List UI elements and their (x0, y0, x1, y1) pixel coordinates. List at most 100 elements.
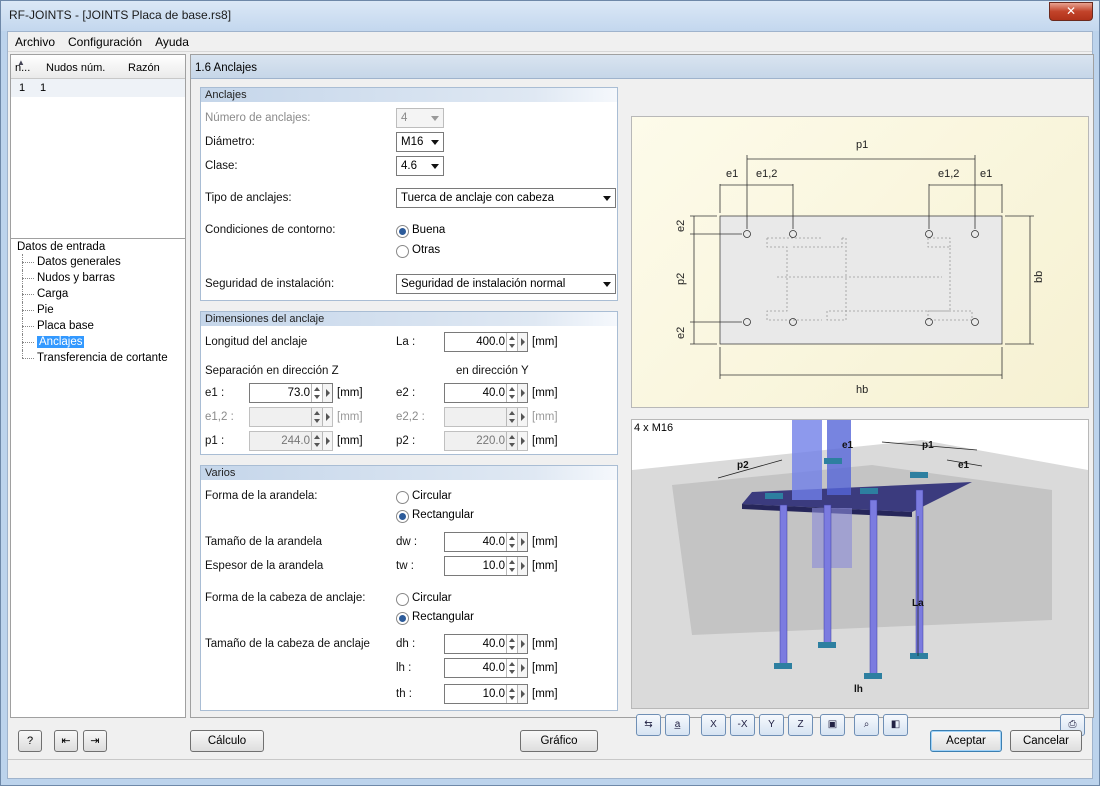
longitud-label: Longitud del anclaje (205, 336, 308, 348)
dw-symbol: dw : (396, 536, 418, 548)
tw-symbol: tw : (396, 560, 414, 572)
dh-symbol: dh : (396, 638, 416, 650)
radio-cabeza-circular[interactable]: Circular (396, 592, 452, 606)
import-icon[interactable]: ⇤ (54, 730, 78, 752)
la-stepper[interactable]: 400.0 (444, 332, 528, 352)
app-window: RF-JOINTS - [JOINTS Placa de base.rs8] ✕… (0, 0, 1100, 786)
la-symbol: La : (396, 336, 416, 348)
unit-label: [mm] (532, 638, 558, 650)
radio-buena[interactable]: Buena (396, 224, 445, 238)
clase-select[interactable]: 4.6 (396, 156, 444, 176)
nav-table-header: ▲ n... Nudos núm. Razón (11, 55, 185, 79)
tree-item-carga[interactable]: Carga (17, 286, 168, 302)
help-icon[interactable]: ? (18, 730, 42, 752)
group-header-anclajes: Anclajes (201, 88, 617, 102)
radio-arandela-circular[interactable]: Circular (396, 490, 452, 504)
th-stepper[interactable]: 10.0 (444, 684, 528, 704)
row-nudos: 1 (40, 82, 47, 94)
e22-stepper[interactable] (444, 407, 528, 427)
diametro-label: Diámetro: (205, 136, 255, 148)
tw-stepper[interactable]: 10.0 (444, 556, 528, 576)
diametro-select[interactable]: M16 (396, 132, 444, 152)
radio-cabeza-rectangular[interactable]: Rectangular (396, 611, 474, 625)
nav-table: ▲ n... Nudos núm. Razón 1 1 (11, 55, 185, 239)
dim-bb-label: bb (1033, 271, 1045, 283)
p1-stepper[interactable]: 244.0 (249, 431, 333, 451)
page-title: 1.6 Anclajes (191, 55, 1093, 79)
e12-stepper[interactable] (249, 407, 333, 427)
tree-item-placa-base[interactable]: Placa base (17, 318, 168, 334)
3d-label-e1b: e1 (958, 460, 970, 471)
tipo-anclajes-select[interactable]: Tuerca de anclaje con cabeza (396, 188, 616, 208)
main-pane: 1.6 Anclajes Anclajes Número de anclajes… (190, 54, 1094, 736)
close-button[interactable]: ✕ (1049, 2, 1093, 21)
schematic-drawing: p1 e1 e1,2 e1,2 e1 e2 p2 e2 bb hb (631, 116, 1089, 408)
menu-configuracion[interactable]: Configuración (61, 32, 148, 49)
3d-view[interactable]: p2 e1 p1 e1 La lh 4 x M16 ⇆ a̲ X -X Y Z (631, 419, 1089, 736)
dh-stepper[interactable]: 40.0 (444, 634, 528, 654)
3d-view-caption: 4 x M16 (634, 422, 674, 434)
calculo-button[interactable]: Cálculo (190, 730, 264, 752)
base-plate-schematic: p1 e1 e1,2 e1,2 e1 e2 p2 e2 bb hb (675, 139, 1045, 396)
e12-symbol: e1,2 : (205, 411, 234, 423)
window-title: RF-JOINTS - [JOINTS Placa de base.rs8] (9, 8, 232, 22)
radio-otras[interactable]: Otras (396, 244, 440, 258)
tree-item-datos-generales[interactable]: Datos generales (17, 254, 168, 270)
unit-label: [mm] (532, 435, 558, 447)
tipo-anclajes-label: Tipo de anclajes: (205, 192, 292, 204)
3d-label-p2: p2 (737, 460, 749, 471)
input-tree: Datos de entrada Datos generales Nudos y… (17, 241, 168, 366)
menu-bar: Archivo Configuración Ayuda (8, 32, 1092, 52)
group-header-dimensiones: Dimensiones del anclaje (201, 312, 617, 326)
tam-arandela-label: Tamaño de la arandela (205, 536, 322, 548)
cancelar-button[interactable]: Cancelar (1010, 730, 1082, 752)
esp-arandela-label: Espesor de la arandela (205, 560, 324, 572)
tree-item-pie[interactable]: Pie (17, 302, 168, 318)
tree-root[interactable]: Datos de entrada (17, 241, 168, 253)
unit-label: [mm] (532, 336, 558, 348)
dw-stepper[interactable]: 40.0 (444, 532, 528, 552)
num-anclajes-select[interactable]: 4 (396, 108, 444, 128)
p2-symbol: p2 : (396, 435, 416, 447)
p2-stepper[interactable]: 220.0 (444, 431, 528, 451)
dim-e1-left-label: e1 (726, 168, 738, 180)
e1-stepper[interactable]: 73.0 (249, 383, 333, 403)
aceptar-button[interactable]: Aceptar (930, 730, 1002, 752)
tree-item-transferencia[interactable]: Transferencia de cortante (17, 350, 168, 366)
unit-label: [mm] (532, 662, 558, 674)
menu-archivo[interactable]: Archivo (8, 32, 61, 49)
seguridad-select[interactable]: Seguridad de instalación normal (396, 274, 616, 294)
clase-label: Clase: (205, 160, 238, 172)
unit-label: [mm] (532, 411, 558, 423)
dim-p2-label: p2 (675, 273, 687, 285)
chevron-down-icon (603, 282, 611, 287)
export-icon[interactable]: ⇥ (83, 730, 107, 752)
unit-label: [mm] (532, 560, 558, 572)
3d-label-p1: p1 (922, 440, 934, 451)
col-header-nudos[interactable]: Nudos núm. (46, 62, 105, 74)
e2-stepper[interactable]: 40.0 (444, 383, 528, 403)
e22-symbol: e2,2 : (396, 411, 425, 423)
num-anclajes-label: Número de anclajes: (205, 112, 311, 124)
table-row[interactable]: 1 1 (11, 79, 185, 97)
menu-ayuda[interactable]: Ayuda (148, 32, 195, 49)
e2-symbol: e2 : (396, 387, 416, 399)
unit-label: [mm] (337, 435, 363, 447)
e1-symbol: e1 : (205, 387, 225, 399)
chevron-down-icon (431, 116, 439, 121)
chevron-down-icon (431, 140, 439, 145)
radio-arandela-rectangular[interactable]: Rectangular (396, 509, 474, 523)
forma-cabeza-label: Forma de la cabeza de anclaje: (205, 592, 366, 604)
tree-item-anclajes[interactable]: Anclajes (17, 334, 168, 350)
group-varios: Varios Forma de la arandela: Circular Re… (200, 465, 618, 711)
col-header-n[interactable]: n... (15, 62, 30, 74)
unit-label: [mm] (532, 536, 558, 548)
col-header-razon[interactable]: Razón (128, 62, 160, 74)
unit-label: [mm] (532, 688, 558, 700)
tree-item-nudos-barras[interactable]: Nudos y barras (17, 270, 168, 286)
unit-label: [mm] (337, 411, 363, 423)
lh-stepper[interactable]: 40.0 (444, 658, 528, 678)
grafico-button[interactable]: Gráfico (520, 730, 598, 752)
row-n: 1 (19, 82, 26, 94)
bottom-bar: ? ⇤ ⇥ Cálculo Gráfico Aceptar Cancelar (8, 720, 1092, 760)
